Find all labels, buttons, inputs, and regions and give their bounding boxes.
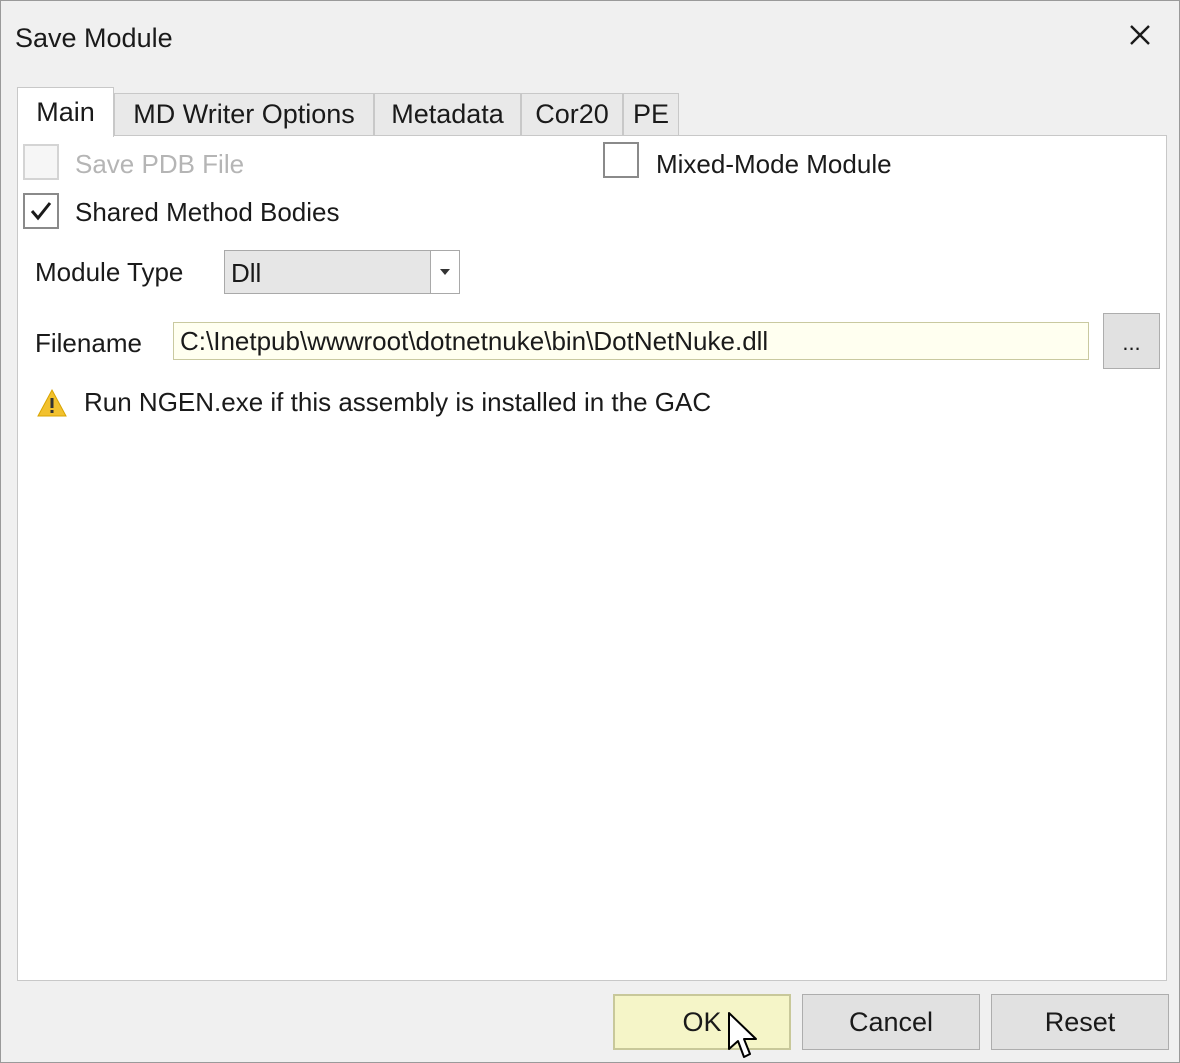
save-pdb-label: Save PDB File (75, 149, 245, 179)
shared-method-bodies-checkbox[interactable] (23, 193, 59, 229)
checkmark-icon (30, 202, 52, 221)
save-pdb-checkbox (23, 144, 59, 180)
tab-label: Cor20 (535, 99, 609, 129)
module-type-select[interactable]: Dll (224, 250, 460, 294)
browse-button-label: ... (1122, 330, 1141, 355)
reset-button-label: Reset (1044, 1006, 1116, 1037)
tab-md-writer-options[interactable]: MD Writer Options (114, 93, 374, 135)
tab-label: MD Writer Options (133, 99, 355, 129)
tab-label: Metadata (391, 99, 504, 129)
window-title: Save Module (15, 23, 173, 53)
tab-label: PE (632, 99, 670, 129)
ok-button-label: OK (682, 1006, 722, 1037)
mixed-mode-label: Mixed-Mode Module (656, 149, 892, 179)
ok-button[interactable]: OK (613, 994, 791, 1050)
warning-text: Run NGEN.exe if this assembly is install… (84, 387, 712, 417)
close-button[interactable] (1115, 13, 1165, 57)
shared-method-bodies-label: Shared Method Bodies (75, 197, 340, 227)
cancel-button-label: Cancel (848, 1006, 934, 1037)
warning-icon (37, 388, 67, 417)
mouse-cursor-icon (728, 1012, 757, 1058)
tab-label: Main (36, 97, 95, 127)
module-type-label: Module Type (35, 257, 184, 287)
mixed-mode-checkbox[interactable] (603, 142, 639, 178)
dropdown-arrow-icon[interactable] (430, 251, 459, 293)
save-module-dialog: Save Module Main MD Writer Options Metad… (0, 0, 1180, 1063)
tab-pe[interactable]: PE (623, 93, 679, 135)
filename-input[interactable] (173, 322, 1089, 360)
browse-button[interactable]: ... (1103, 313, 1160, 369)
module-type-value: Dll (231, 258, 262, 288)
cancel-button[interactable]: Cancel (802, 994, 980, 1050)
tab-main[interactable]: Main (17, 87, 114, 137)
close-icon (1130, 25, 1150, 45)
filename-label: Filename (35, 328, 142, 358)
title-bar: Save Module (1, 1, 1179, 79)
reset-button[interactable]: Reset (991, 994, 1169, 1050)
main-tab-panel: Save PDB File Mixed-Mode Module Shared M… (17, 135, 1167, 981)
tab-cor20[interactable]: Cor20 (521, 93, 623, 135)
tab-metadata[interactable]: Metadata (374, 93, 521, 135)
